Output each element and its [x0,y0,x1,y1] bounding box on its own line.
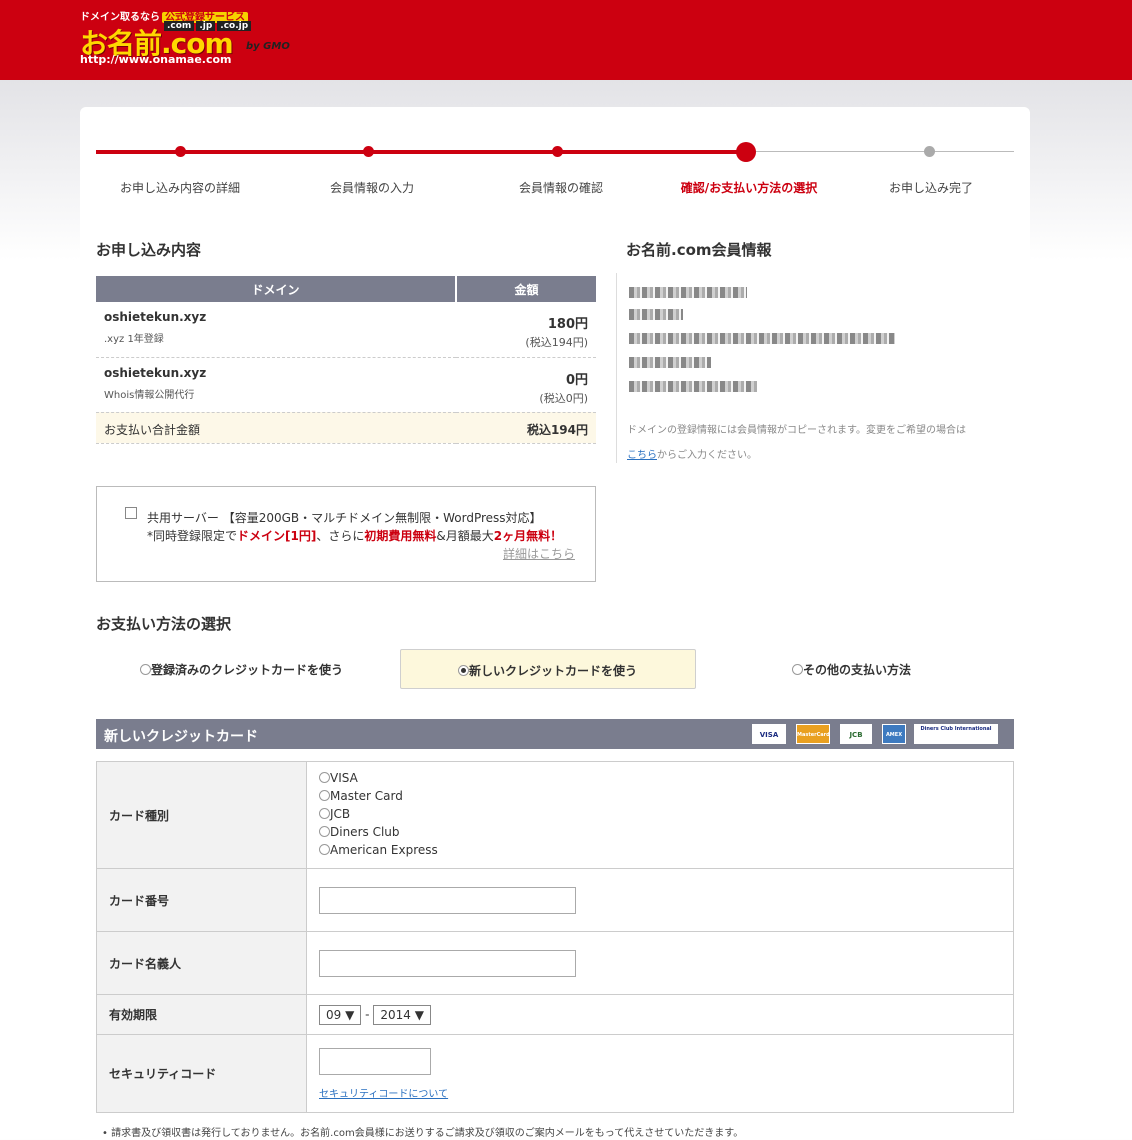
table-row: カード番号 [96,868,1014,932]
table-row: oshietekun.xyz Whois情報公開代行 0円 (税込0円) [96,357,596,413]
payment-option-saved-card[interactable]: 登録済みのクレジットカードを使う [140,649,360,689]
radio-other[interactable] [792,664,803,675]
redacted-name [629,287,747,298]
redacted-phone [629,381,757,392]
order-col-price: 金額 [455,276,596,302]
card-number-input[interactable] [319,886,576,914]
redacted-org [629,357,711,368]
jcb-logo: JCB [840,724,872,744]
order-tax: (税込194円) [525,336,588,349]
table-row: セキュリティコード セキュリティコードについて [96,1034,1014,1113]
order-domain: oshietekun.xyz [104,365,207,380]
security-code-input[interactable] [319,1047,431,1075]
main-panel: お申し込み内容の詳細 会員情報の入力 会員情報の確認 確認/お支払い方法の選択 … [80,107,1030,1140]
order-detail: Whois情報公開代行 [104,389,195,401]
member-note: ドメインの登録情報には会員情報がコピーされます。変更をご希望の場合は こちらから… [627,425,966,461]
expiry-separator: - [365,1007,370,1021]
radio-saved-card[interactable] [140,664,151,675]
card-type-label: カード種別 [96,761,307,869]
card-type-diners[interactable]: Diners Club [319,823,1013,841]
card-holder-input[interactable] [319,949,576,977]
order-col-domain: ドメイン [96,276,456,302]
step-dot-3 [552,146,563,157]
mastercard-logo: MasterCard [796,724,830,744]
server-detail-link[interactable]: 詳細はこちら [503,545,575,562]
progress-steps: お申し込み内容の詳細 会員情報の入力 会員情報の確認 確認/お支払い方法の選択 … [96,135,1014,205]
expiry-year-select[interactable]: 2014 ▼ [373,1004,431,1025]
redacted-postal [629,309,683,320]
footnote: • 請求書及び領収書は発行しておりません。お名前.com会員様にお送りするご請求… [102,1128,744,1139]
table-row: カード種別 VISA Master Card JCB Diners Club A… [96,761,1014,869]
order-table: ドメイン 金額 oshietekun.xyz .xyz 1年登録 180円 (税… [96,276,596,444]
step-dot-4 [736,142,756,162]
server-offer-title: 共用サーバー 【容量200GB・マルチドメイン無制限・WordPress対応】 [147,511,542,525]
card-form: カード種別 VISA Master Card JCB Diners Club A… [96,761,1014,1113]
card-type-amex[interactable]: American Express [319,841,1013,859]
order-total-label: お支払い合計金額 [96,412,456,444]
progress-line-done [96,150,746,154]
member-edit-link[interactable]: こちら [627,450,657,461]
security-code-help-link[interactable]: セキュリティコードについて [319,1085,1013,1100]
redacted-address [629,333,895,344]
payment-title: お支払い方法の選択 [96,615,232,633]
order-total-row: お支払い合計金額 税込194円 [96,412,596,444]
card-type-jcb[interactable]: JCB [319,805,1013,823]
gmo-mark: by GMO [246,41,290,52]
order-price: 0円 [565,372,588,388]
step-dot-2 [363,146,374,157]
step-label-1: お申し込み内容の詳細 [119,181,241,195]
step-dot-1 [175,146,186,157]
step-label-4: 確認/お支払い方法の選択 [680,181,818,195]
amex-logo: AMEX [882,724,906,744]
new-card-header: 新しいクレジットカード VISA MasterCard JCB AMEX Din… [96,719,1014,749]
order-tax: (税込0円) [539,391,588,405]
logo-url: http://www.onamae.com [80,53,232,66]
onamae-logo[interactable]: ドメイン取るなら 公式登録サービス .com .jp .co.jp お名前.com h… [80,8,310,68]
security-code-label: セキュリティコード [96,1034,307,1113]
progress-line-todo [746,151,1014,152]
diners-logo: Diners Club International [914,724,998,744]
card-type-visa[interactable]: VISA [319,769,1013,787]
expiry-month-select[interactable]: 09 ▼ [319,1004,362,1025]
payment-option-new-card[interactable]: 新しいクレジットカードを使う [400,649,696,689]
card-type-options: VISA Master Card JCB Diners Club America… [306,761,1014,869]
order-total-value: 税込194円 [456,412,596,444]
member-info: ドメインの登録情報には会員情報がコピーされます。変更をご希望の場合は こちらから… [616,273,1016,463]
table-row: 有効期限 09 ▼ - 2014 ▼ [96,994,1014,1035]
visa-logo: VISA [752,724,786,744]
order-title: お申し込み内容 [96,241,202,259]
site-header: ドメイン取るなら 公式登録サービス .com .jp .co.jp お名前.com h… [0,0,1132,80]
payment-option-other[interactable]: その他の支払い方法 [792,649,952,689]
step-dot-5 [924,146,935,157]
order-price: 180円 [547,317,588,332]
step-label-2: 会員情報の入力 [329,181,415,195]
table-row: カード名義人 [96,931,1014,995]
order-detail: .xyz 1年登録 [104,334,164,345]
server-offer-detail: *同時登録限定でドメイン[1円]、さらに初期費用無料&月額最大2ヶ月無料！ [147,529,563,543]
card-number-label: カード番号 [96,868,307,932]
step-label-3: 会員情報の確認 [518,181,604,195]
radio-new-card[interactable] [458,665,469,676]
member-title: お名前.com会員情報 [626,241,772,259]
table-row: oshietekun.xyz .xyz 1年登録 180円 (税込194円) [96,302,596,358]
card-holder-label: カード名義人 [96,931,307,995]
card-type-master[interactable]: Master Card [319,787,1013,805]
server-offer-box: 共用サーバー 【容量200GB・マルチドメイン無制限・WordPress対応】 … [96,486,596,582]
expiry-label: 有効期限 [96,994,307,1035]
order-domain: oshietekun.xyz [104,310,207,324]
server-checkbox[interactable] [125,507,137,519]
new-card-title: 新しいクレジットカード [104,729,258,745]
step-label-5: お申し込み完了 [888,181,974,195]
